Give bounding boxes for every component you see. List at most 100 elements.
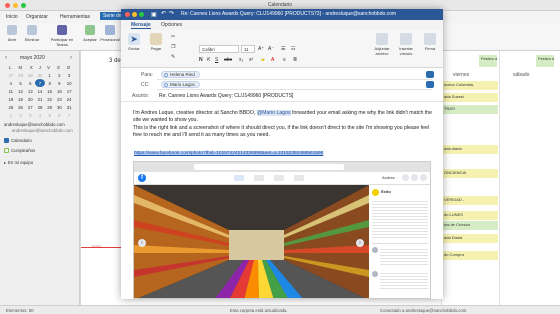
calendar-event[interactable]: do LUNES xyxy=(442,211,498,220)
mini-calendar-day[interactable]: 17 xyxy=(64,87,74,95)
mini-calendar-day[interactable]: 18 xyxy=(6,95,16,103)
save-icon[interactable]: ▣ xyxy=(151,11,157,18)
calendar-item-calendario[interactable]: Calendario xyxy=(4,138,32,144)
shrink-font-icon[interactable]: A⁻ xyxy=(268,46,274,52)
superscript-icon[interactable]: x² xyxy=(249,57,253,63)
mini-calendar-day[interactable]: 4 xyxy=(35,111,45,119)
tab-organizar[interactable]: Organizar xyxy=(26,14,48,20)
grow-font-icon[interactable]: A⁺ xyxy=(258,46,264,52)
checkbox-icon[interactable] xyxy=(4,148,9,154)
align-center-icon[interactable]: ≣ xyxy=(293,57,297,63)
calendar-event[interactable]: ada Sucesi xyxy=(442,93,498,102)
zoom-window-icon[interactable] xyxy=(139,12,144,17)
bullets-icon[interactable]: ☰ xyxy=(281,46,285,52)
highlight-icon[interactable]: ▰ xyxy=(261,57,265,63)
mini-calendar-day[interactable]: 20 xyxy=(25,95,35,103)
mini-calendar-day[interactable]: 21 xyxy=(35,95,45,103)
holiday-badge[interactable]: Festivo de Colombia xyxy=(536,55,554,67)
next-month-icon[interactable]: › xyxy=(70,55,72,61)
signature-button[interactable]: Firma xyxy=(419,33,441,51)
mini-calendar-day[interactable]: 23 xyxy=(55,95,65,103)
teams-button[interactable]: Participar en Teams xyxy=(48,25,76,47)
paste-button[interactable]: Pegar xyxy=(147,33,165,51)
mini-calendar-day[interactable]: 27 xyxy=(25,103,35,111)
bold-icon[interactable]: N xyxy=(199,57,203,63)
add-cc-icon[interactable] xyxy=(426,81,434,88)
mini-calendar-day[interactable]: 10 xyxy=(64,79,74,87)
mini-calendar-day[interactable]: 9 xyxy=(55,79,65,87)
facebook-link[interactable]: https://www.facebook.com/photo?fbid=1015… xyxy=(134,151,324,156)
strikethrough-icon[interactable]: abc xyxy=(224,57,232,63)
mini-calendar-day[interactable]: 28 xyxy=(16,71,26,79)
mini-calendar-day[interactable]: 5 xyxy=(16,79,26,87)
holiday-badge[interactable]: Festivo de Colombia xyxy=(479,55,497,67)
calendar-event[interactable]: TRATI xyxy=(442,105,498,114)
mini-calendar-day[interactable]: 7 xyxy=(35,79,45,87)
font-family-select[interactable]: Calibri xyxy=(199,45,239,53)
mini-calendar-day[interactable]: 26 xyxy=(16,103,26,111)
tab-opciones[interactable]: Opciones xyxy=(161,22,182,28)
align-left-icon[interactable]: ≡ xyxy=(283,57,286,63)
mini-calendar-day[interactable]: 14 xyxy=(35,87,45,95)
mini-calendar-day[interactable]: 25 xyxy=(6,103,16,111)
mini-calendar-day[interactable]: 5 xyxy=(45,111,55,119)
recipient-cc[interactable]: Mario Lagos xyxy=(161,81,200,88)
calendar-item-equipo[interactable]: ▸ En mi equipo xyxy=(4,160,33,165)
close-window-icon[interactable] xyxy=(125,12,130,17)
mini-calendar-day[interactable]: 19 xyxy=(16,95,26,103)
calendar-event[interactable]: VERIDAD - xyxy=(442,196,498,205)
font-color-icon[interactable]: A xyxy=(271,57,274,63)
mention[interactable]: @Mario Lagos xyxy=(256,110,291,116)
prev-month-icon[interactable]: ‹ xyxy=(5,55,7,61)
calendar-event[interactable]: ONCIENCIA xyxy=(442,169,498,178)
minimize-window-icon[interactable] xyxy=(132,12,137,17)
mini-calendar-day[interactable]: 3 xyxy=(25,111,35,119)
font-size-select[interactable]: 11 xyxy=(241,45,255,53)
redo-icon[interactable]: ↷ xyxy=(169,10,174,17)
mini-calendar-day[interactable]: 7 xyxy=(64,111,74,119)
mini-calendar-day[interactable]: 13 xyxy=(25,87,35,95)
calendar-event[interactable]: ada Diaria xyxy=(442,234,498,243)
mini-calendar-day[interactable]: 8 xyxy=(45,79,55,87)
mini-calendar-day[interactable]: 28 xyxy=(35,103,45,111)
mini-calendar-day[interactable]: 16 xyxy=(55,87,65,95)
tab-mensaje[interactable]: Mensaje xyxy=(131,22,151,29)
message-body[interactable]: I'm Andres Luque, creative director at S… xyxy=(133,110,433,140)
send-button[interactable]: ➤ Enviar xyxy=(125,33,143,51)
calendar-item-cumpleanos[interactable]: Cumpleaños xyxy=(4,148,35,154)
undo-icon[interactable]: ↶ xyxy=(161,10,166,17)
mini-calendar-day[interactable]: 29 xyxy=(45,103,55,111)
mini-calendar-day[interactable]: 15 xyxy=(45,87,55,95)
mini-calendar-day[interactable]: 2 xyxy=(55,71,65,79)
copy-icon[interactable]: ❐ xyxy=(171,44,175,50)
mini-calendar-day[interactable]: 11 xyxy=(6,87,16,95)
attach-file-button[interactable]: Adjuntar archivo xyxy=(371,33,393,56)
mini-calendar-day[interactable]: 2 xyxy=(16,111,26,119)
mini-calendar-day[interactable]: 22 xyxy=(45,95,55,103)
mini-calendar-day[interactable]: 12 xyxy=(16,87,26,95)
tentative-button[interactable]: Provisional xyxy=(98,25,122,42)
checkbox-icon[interactable] xyxy=(4,138,9,144)
numbering-icon[interactable]: ☷ xyxy=(291,46,295,52)
mini-calendar-day[interactable]: 31 xyxy=(64,103,74,111)
add-recipient-icon[interactable] xyxy=(426,71,434,78)
tab-herramientas[interactable]: Herramientas xyxy=(60,14,90,20)
subscript-icon[interactable]: x₂ xyxy=(239,57,243,63)
mini-calendar-day[interactable]: 3 xyxy=(64,71,74,79)
format-painter-icon[interactable]: ✎ xyxy=(171,54,175,60)
calendar-event[interactable]: do Compra xyxy=(442,251,498,260)
mini-calendar-day[interactable]: 6 xyxy=(55,111,65,119)
mini-calendar-day[interactable]: 1 xyxy=(6,111,16,119)
mini-calendar-day[interactable]: 27 xyxy=(6,71,16,79)
cut-icon[interactable]: ✂ xyxy=(171,34,175,40)
mini-calendar-day[interactable]: 4 xyxy=(6,79,16,87)
calendar-event[interactable]: ada diaria xyxy=(442,145,498,154)
mini-calendar-day[interactable]: 30 xyxy=(55,103,65,111)
calendar-event[interactable]: nuevo Colombia, xyxy=(442,81,498,90)
mini-calendar-day[interactable]: 30 xyxy=(35,71,45,79)
mini-calendar-day[interactable]: 29 xyxy=(25,71,35,79)
italic-icon[interactable]: K xyxy=(207,57,210,63)
recipient-to[interactable]: Helena Ried xyxy=(161,71,200,78)
mini-calendar-day[interactable]: 6 xyxy=(25,79,35,87)
mini-calendar-day[interactable]: 1 xyxy=(45,71,55,79)
